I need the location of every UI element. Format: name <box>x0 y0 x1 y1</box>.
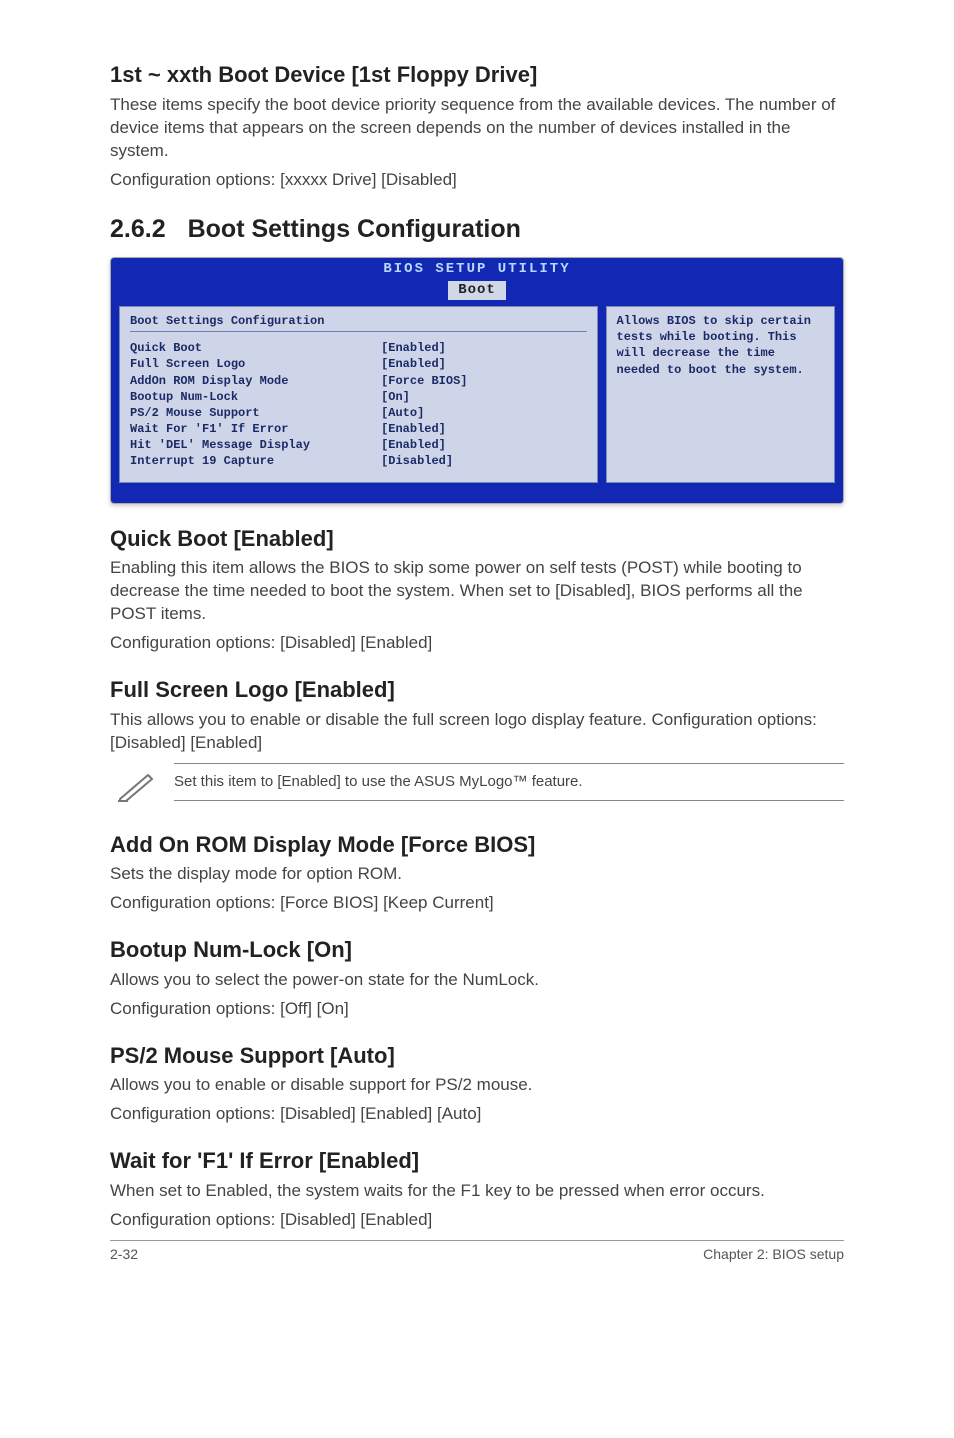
paragraph: Enabling this item allows the BIOS to sk… <box>110 557 844 626</box>
bios-row: Full Screen Logo[Enabled] <box>130 356 587 372</box>
bios-row: Bootup Num-Lock[On] <box>130 389 587 405</box>
paragraph: Allows you to enable or disable support … <box>110 1074 844 1097</box>
paragraph: Configuration options: [Disabled] [Enabl… <box>110 632 844 655</box>
paragraph: Configuration options: [Force BIOS] [Kee… <box>110 892 844 915</box>
note-text: Set this item to [Enabled] to use the AS… <box>174 763 844 801</box>
bios-row: Hit 'DEL' Message Display[Enabled] <box>130 437 587 453</box>
bios-row: PS/2 Mouse Support[Auto] <box>130 405 587 421</box>
heading-bootup-numlock: Bootup Num-Lock [On] <box>110 935 844 965</box>
heading-addon-rom: Add On ROM Display Mode [Force BIOS] <box>110 830 844 860</box>
heading-1st-boot-device: 1st ~ xxth Boot Device [1st Floppy Drive… <box>110 60 844 90</box>
page-number: 2-32 <box>110 1245 138 1264</box>
bios-panel-title: Boot Settings Configuration <box>130 313 587 332</box>
bios-left-panel: Boot Settings Configuration Quick Boot[E… <box>119 306 598 483</box>
page-footer: 2-32 Chapter 2: BIOS setup <box>110 1240 844 1264</box>
section-number: 2.6.2 <box>110 213 166 247</box>
paragraph: Sets the display mode for option ROM. <box>110 863 844 886</box>
paragraph: When set to Enabled, the system waits fo… <box>110 1180 844 1203</box>
bios-row: Wait For 'F1' If Error[Enabled] <box>130 421 587 437</box>
bios-utility-title: BIOS SETUP UTILITY <box>111 260 843 279</box>
heading-full-screen-logo: Full Screen Logo [Enabled] <box>110 675 844 705</box>
chapter-label: Chapter 2: BIOS setup <box>703 1245 844 1264</box>
heading-wait-f1: Wait for 'F1' If Error [Enabled] <box>110 1146 844 1176</box>
paragraph: Configuration options: [Disabled] [Enabl… <box>110 1103 844 1126</box>
bios-screenshot: BIOS SETUP UTILITY Boot Boot Settings Co… <box>110 257 844 503</box>
note-block: Set this item to [Enabled] to use the AS… <box>110 763 844 810</box>
bios-row: Interrupt 19 Capture[Disabled] <box>130 453 587 469</box>
paragraph: This allows you to enable or disable the… <box>110 709 844 755</box>
heading-ps2-mouse: PS/2 Mouse Support [Auto] <box>110 1041 844 1071</box>
paragraph: Configuration options: [Disabled] [Enabl… <box>110 1209 844 1232</box>
pencil-note-icon <box>116 763 160 810</box>
heading-boot-settings-config: 2.6.2 Boot Settings Configuration <box>110 213 844 247</box>
bios-row: Quick Boot[Enabled] <box>130 340 587 356</box>
heading-quick-boot: Quick Boot [Enabled] <box>110 524 844 554</box>
section-title: Boot Settings Configuration <box>188 215 521 243</box>
bios-help-text: Allows BIOS to skip certain tests while … <box>617 313 825 378</box>
paragraph: Allows you to select the power-on state … <box>110 969 844 992</box>
paragraph: Configuration options: [Off] [On] <box>110 998 844 1021</box>
bios-tab-boot: Boot <box>448 281 506 300</box>
bios-header: BIOS SETUP UTILITY Boot <box>111 258 843 300</box>
paragraph: Configuration options: [xxxxx Drive] [Di… <box>110 169 844 192</box>
paragraph: These items specify the boot device prio… <box>110 94 844 163</box>
bios-row: AddOn ROM Display Mode[Force BIOS] <box>130 373 587 389</box>
bios-right-panel: Allows BIOS to skip certain tests while … <box>606 306 836 483</box>
